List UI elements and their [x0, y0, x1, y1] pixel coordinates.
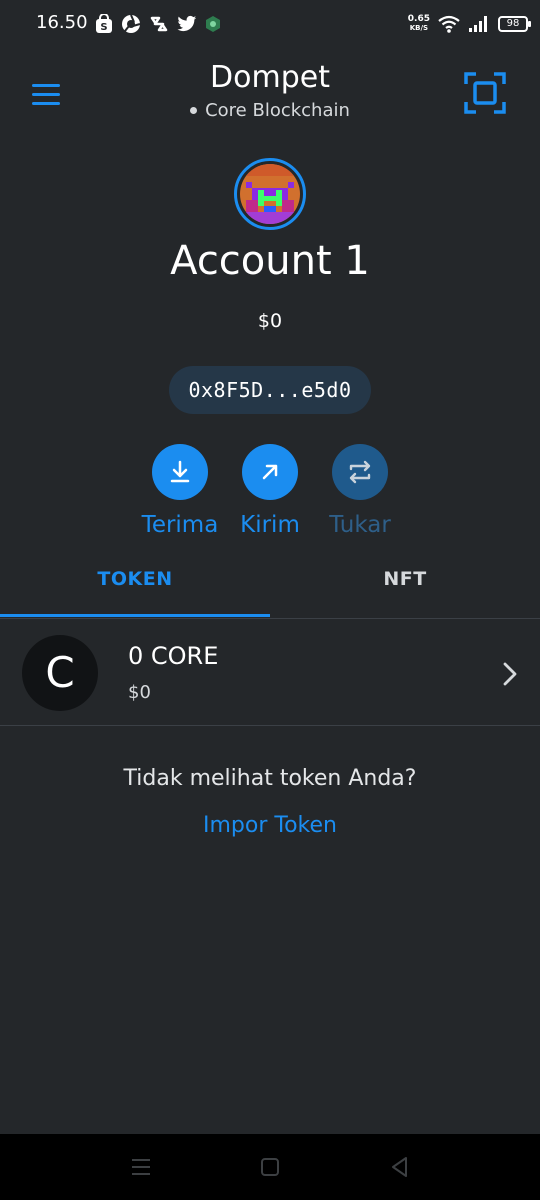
- import-token-link[interactable]: Impor Token: [0, 813, 540, 838]
- token-row-core[interactable]: C 0 CORE $0: [0, 620, 540, 725]
- app-icon: [122, 14, 141, 33]
- token-icon: C: [22, 635, 98, 711]
- swap-circle: [332, 444, 388, 500]
- arrow-up-right-icon: [262, 464, 278, 480]
- status-time: 16.50: [36, 12, 88, 33]
- receive-label: Terima: [141, 512, 219, 538]
- send-label: Kirim: [240, 512, 300, 538]
- swap-label: Tukar: [329, 512, 391, 538]
- network-speed-value: 0.65: [407, 14, 430, 24]
- back-icon[interactable]: [385, 1152, 415, 1182]
- signal-icon: [469, 16, 487, 32]
- recent-apps-icon[interactable]: [126, 1152, 156, 1182]
- network-speed: 0.65 KB/S: [408, 15, 430, 33]
- shield-icon: [206, 16, 220, 32]
- wifi-icon: [438, 15, 460, 33]
- notification-icons: S: [95, 13, 221, 35]
- system-icons: 0.65 KB/S 98: [408, 12, 531, 36]
- home-icon[interactable]: [255, 1152, 285, 1182]
- twitter-icon: [177, 15, 197, 32]
- address-copy-button[interactable]: 0x8F5D...e5d0: [169, 366, 371, 414]
- tab-nft[interactable]: NFT: [270, 568, 540, 618]
- token-amount: 0 CORE: [128, 642, 219, 670]
- app-icon: [150, 16, 168, 32]
- row-divider: [0, 725, 540, 726]
- swap-icon: [349, 460, 371, 484]
- identicon: [240, 164, 300, 224]
- missing-token-hint: Tidak melihat token Anda?: [123, 766, 417, 791]
- download-icon: [170, 460, 190, 483]
- send-circle: [242, 444, 298, 500]
- receive-circle: [152, 444, 208, 500]
- network-status-dot: [190, 107, 198, 114]
- token-fiat-value: $0: [128, 682, 151, 703]
- account-avatar[interactable]: [234, 158, 306, 230]
- network-name: Core Blockchain: [205, 100, 350, 121]
- page-title: Dompet: [210, 60, 330, 95]
- scan-qr-button[interactable]: [463, 71, 507, 115]
- tab-divider: [0, 618, 540, 619]
- chevron-right-icon: [503, 662, 517, 686]
- account-balance: $0: [257, 310, 283, 332]
- account-name[interactable]: Account 1: [0, 238, 540, 284]
- active-tab-indicator: [0, 614, 270, 617]
- network-speed-unit: KB/S: [409, 24, 429, 32]
- svg-text:S: S: [100, 22, 107, 33]
- battery-icon: 98: [498, 16, 531, 32]
- status-bar: 16.50 S 0.65 KB/S 98: [0, 0, 540, 48]
- avatar-image: [240, 164, 300, 224]
- system-nav-bar: [0, 1134, 540, 1200]
- network-selector[interactable]: Core Blockchain: [0, 100, 540, 121]
- swap-button[interactable]: Tukar: [305, 444, 415, 538]
- tab-token[interactable]: TOKEN: [0, 568, 270, 618]
- shopee-icon: S: [96, 14, 112, 33]
- scan-qr-icon: [464, 72, 506, 114]
